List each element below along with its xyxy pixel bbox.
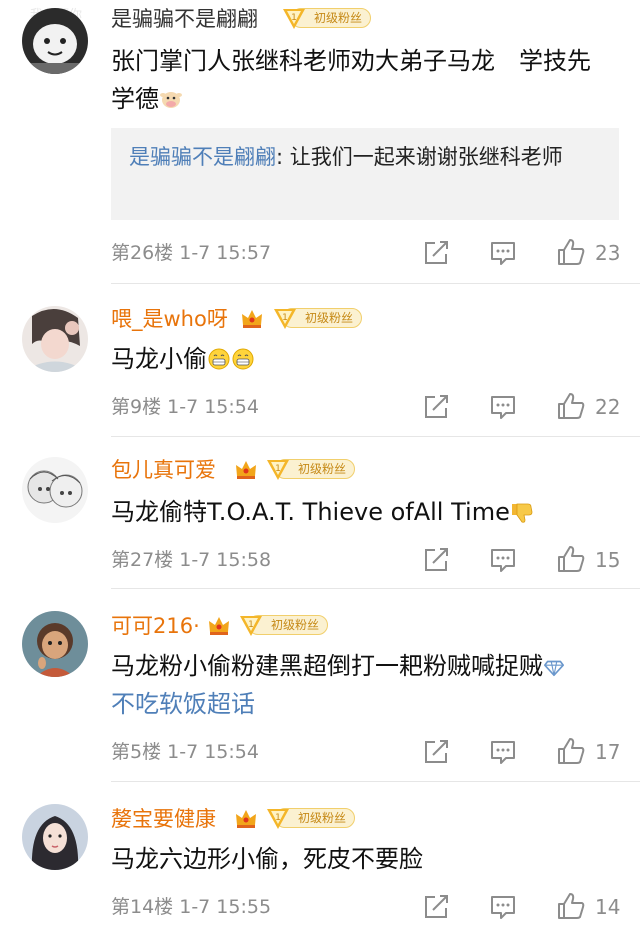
comment-icon[interactable] [488,392,518,422]
like-icon[interactable] [556,544,586,574]
quoted-username[interactable]: 是骗骗不是翩翩 [129,145,276,169]
share-icon[interactable] [421,238,451,268]
svg-text:1: 1 [275,813,281,823]
like-icon[interactable] [556,391,586,421]
fan-badge: 初级粉丝 1 [265,806,355,830]
comment-item: 是骗骗不是翩翩 初级粉丝 1 张门掌门人张继科老师劝大弟子马龙 学技先学德 是骗… [0,0,640,284]
comment-text: 马龙六边形小偷，死皮不要脸 [111,845,423,873]
like-count: 23 [595,241,621,265]
username[interactable]: 喂_是who呀 [111,306,228,332]
fan-badge: 初级粉丝 1 [281,6,371,30]
comment-text: 马龙偷特T.O.A.T. Thieve ofAll Time [111,493,611,531]
fan-badge-label: 初级粉丝 [305,311,354,325]
comment-meta: 第9楼 1-7 15:54 [111,395,259,419]
fan-badge-label: 初级粉丝 [271,618,320,632]
fan-level-shield-icon: 1 [274,309,296,329]
avatar[interactable] [22,306,88,372]
username[interactable]: 是骗骗不是翩翩 [111,6,258,32]
comment-icon[interactable] [488,737,518,767]
fan-badge-label: 初级粉丝 [298,462,347,476]
floor-number: 第5楼 [111,741,162,763]
member-crown-icon [236,810,256,828]
username[interactable]: 可可216· [111,613,200,639]
comment-icon[interactable] [488,545,518,575]
comment-text: 张门掌门人张继科老师劝大弟子马龙 学技先学德 [111,47,591,113]
svg-text:1: 1 [282,313,288,323]
floor-number: 第26楼 [111,242,174,264]
fan-level-shield-icon: 1 [267,809,289,829]
comment-text: 马龙粉小偷粉建黑超倒打一耙粉贼喊捉贼 不吃软饭超话 [111,647,631,723]
comment-item: 嫠宝要健康 初级粉丝 1 马龙六边形小偷，死皮不要脸 第14楼 1-7 15:5… [0,782,640,949]
comment-item: 包儿真可爱 初级粉丝 1 马龙偷特T.O.A.T. Thieve ofAll T… [0,437,640,589]
comment-icon[interactable] [488,238,518,268]
floor-number: 第27楼 [111,549,174,571]
avatar[interactable] [22,804,88,870]
member-crown-icon [242,310,262,328]
username[interactable]: 嫠宝要健康 [111,806,216,832]
comment-time: 1-7 15:54 [167,741,259,763]
svg-text:1: 1 [275,464,281,474]
comment-time: 1-7 15:55 [179,896,272,918]
floor-number: 第14楼 [111,896,174,918]
quoted-text: : 让我们一起来谢谢张继科老师 [276,145,563,169]
share-icon[interactable] [421,892,451,922]
fan-level-shield-icon: 1 [283,9,305,29]
like-count: 15 [595,548,621,572]
fan-level-shield-icon: 1 [267,460,289,480]
like-count: 22 [595,395,621,419]
share-icon[interactable] [421,392,451,422]
comment-item: 可可216· 初级粉丝 1 马龙粉小偷粉建黑超倒打一耙粉贼喊捉贼 不吃软饭超话 第… [0,589,640,782]
member-crown-icon [236,461,256,479]
cow-face-emoji-icon [160,92,182,108]
comment-meta: 第27楼 1-7 15:58 [111,548,271,572]
comment-meta: 第14楼 1-7 15:55 [111,895,271,919]
comment-time: 1-7 15:57 [179,242,272,264]
comment-text: 马龙小偷 [111,340,611,378]
fan-badge-label: 初级粉丝 [298,811,347,825]
fan-badge-label: 初级粉丝 [314,11,363,25]
quoted-reply[interactable]: 是骗骗不是翩翩: 让我们一起来谢谢张继科老师 [111,128,619,220]
fan-badge: 初级粉丝 1 [272,306,362,330]
fan-level-shield-icon: 1 [240,616,262,636]
fan-badge: 初级粉丝 1 [238,613,328,637]
avatar[interactable] [22,611,88,677]
grin-emoji-icon [232,348,254,370]
svg-text:1: 1 [248,620,254,630]
share-icon[interactable] [421,545,451,575]
comment-time: 1-7 15:58 [179,549,272,571]
comment-icon[interactable] [488,892,518,922]
super-topic-link[interactable]: 不吃软饭超话 [111,690,255,718]
svg-text:1: 1 [291,13,297,23]
like-count: 17 [595,740,621,764]
member-crown-icon [209,617,229,635]
avatar[interactable] [22,457,88,523]
like-count: 14 [595,895,621,919]
comment-meta: 第5楼 1-7 15:54 [111,740,259,764]
username[interactable]: 包儿真可爱 [111,457,216,483]
like-icon[interactable] [556,891,586,921]
floor-number: 第9楼 [111,396,162,418]
thumbs-down-emoji-icon [511,503,533,523]
share-icon[interactable] [421,737,451,767]
avatar[interactable] [22,8,88,74]
comment-meta: 第26楼 1-7 15:57 [111,241,271,265]
grin-emoji-icon [208,348,230,370]
like-icon[interactable] [556,237,586,267]
diamond-icon [544,660,564,677]
like-icon[interactable] [556,736,586,766]
comment-item: 喂_是who呀 初级粉丝 1 马龙小偷 第9楼 1-7 15:54 22 [0,284,640,437]
fan-badge: 初级粉丝 1 [265,457,355,481]
comment-time: 1-7 15:54 [167,396,259,418]
